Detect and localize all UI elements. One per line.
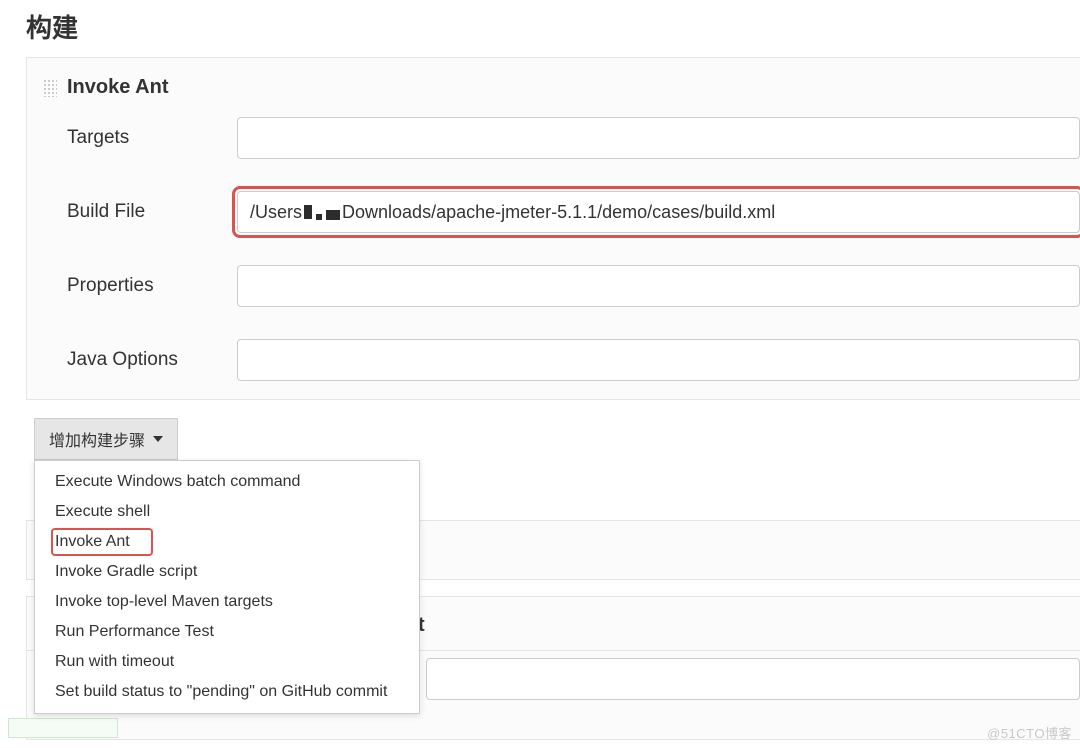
dropdown-item[interactable]: Invoke top-level Maven targets	[35, 587, 419, 617]
build-step-panel: Invoke Ant Targets Build File /Users Dow…	[26, 57, 1080, 400]
watermark: @51CTO博客	[987, 723, 1072, 742]
redacted-icon	[316, 214, 322, 220]
add-build-step-button[interactable]: 增加构建步骤	[34, 418, 178, 460]
dropdown-item-label: Invoke Ant	[55, 533, 130, 550]
add-build-step-label: 增加构建步骤	[49, 427, 145, 451]
dropdown-item[interactable]: Run Performance Test	[35, 617, 419, 647]
redacted-icon	[304, 205, 312, 219]
dropdown-item[interactable]: Invoke Gradle script	[35, 557, 419, 587]
dropdown-item[interactable]: Set build status to "pending" on GitHub …	[35, 677, 419, 707]
dropdown-item[interactable]: Invoke Ant	[35, 527, 419, 557]
redacted-icon	[326, 210, 340, 220]
chevron-down-icon	[153, 436, 163, 442]
targets-input[interactable]	[237, 117, 1080, 159]
step-title: Invoke Ant	[67, 76, 169, 99]
add-step-dropdown: Execute Windows batch command Execute sh…	[34, 460, 420, 714]
java-options-label: Java Options	[67, 349, 237, 371]
build-file-input[interactable]: /Users Downloads/apache-jmeter-5.1.1/dem…	[237, 191, 1080, 233]
section-title: 构建	[0, 0, 1080, 57]
dropdown-item[interactable]: Run with timeout	[35, 647, 419, 677]
java-options-input[interactable]	[237, 339, 1080, 381]
dropdown-item[interactable]: Execute shell	[35, 497, 419, 527]
build-file-text-post: Downloads/apache-jmeter-5.1.1/demo/cases…	[342, 202, 775, 223]
build-file-text-pre: /Users	[250, 202, 302, 223]
properties-input[interactable]	[237, 265, 1080, 307]
properties-label: Properties	[67, 275, 237, 297]
drag-handle-icon[interactable]	[43, 79, 57, 97]
side-stub	[8, 718, 118, 738]
bg-input-stub[interactable]	[426, 658, 1080, 700]
dropdown-item[interactable]: Execute Windows batch command	[35, 467, 419, 497]
build-file-label: Build File	[67, 201, 237, 223]
targets-label: Targets	[67, 127, 237, 149]
